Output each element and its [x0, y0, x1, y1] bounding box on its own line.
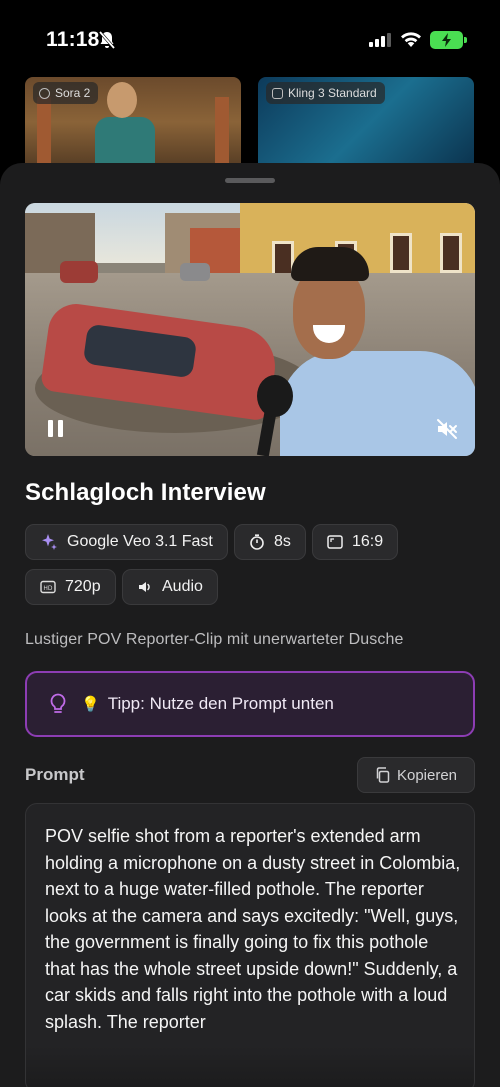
video-scene [180, 263, 210, 281]
detail-sheet: Schlagloch Interview Google Veo 3.1 Fast… [0, 163, 500, 1087]
chip-audio: Audio [122, 569, 218, 605]
background-card-sora[interactable]: Sora 2 [25, 77, 241, 177]
model-tag-label: Sora 2 [55, 86, 91, 100]
chip-label: 16:9 [352, 533, 384, 550]
timer-icon [250, 534, 264, 550]
copy-icon [376, 767, 390, 783]
chip-label: Google Veo 3.1 Fast [67, 533, 213, 550]
tip-banner: 💡 Tipp: Nutze den Prompt unten [25, 671, 475, 737]
chip-model: Google Veo 3.1 Fast [25, 524, 228, 560]
prompt-label: Prompt [25, 765, 85, 784]
video-description: Lustiger POV Reporter-Clip mit unerwarte… [25, 631, 404, 648]
sheet-drag-handle[interactable] [225, 178, 275, 183]
model-logo-icon [272, 87, 283, 99]
video-scene [257, 375, 293, 417]
status-bar: 11:18 [0, 0, 500, 78]
silent-bell-icon [98, 31, 116, 49]
video-player[interactable] [25, 203, 475, 456]
pause-button[interactable] [45, 418, 67, 440]
copy-button[interactable]: Kopieren [357, 757, 475, 793]
video-scene [291, 247, 369, 281]
chip-label: Audio [162, 578, 203, 595]
model-tag-label: Kling 3 Standard [288, 86, 377, 100]
prompt-text: POV selfie shot from a reporter's extend… [45, 826, 461, 1032]
wifi-icon [401, 32, 421, 47]
chip-label: 720p [65, 578, 101, 595]
model-tag: Sora 2 [33, 82, 99, 104]
lightbulb-outline-icon [50, 693, 66, 713]
svg-text:HD: HD [43, 585, 53, 592]
prompt-box[interactable]: POV selfie shot from a reporter's extend… [25, 803, 475, 1087]
battery-charging-icon [430, 31, 467, 49]
chip-label: 8s [274, 533, 291, 550]
copy-button-label: Kopieren [396, 766, 458, 784]
model-tag: Kling 3 Standard [266, 82, 385, 104]
tip-text: Tipp: Nutze den Prompt unten [107, 694, 334, 713]
status-time: 11:18 [46, 28, 100, 51]
video-scene [60, 261, 98, 283]
cellular-signal-icon [369, 33, 391, 47]
chip-duration: 8s [234, 524, 306, 560]
resolution-icon: HD [40, 580, 56, 594]
chip-resolution: HD 720p [25, 569, 116, 605]
aspect-ratio-icon [327, 535, 343, 549]
video-title: Schlagloch Interview [25, 479, 266, 506]
prompt-fade [26, 1046, 474, 1087]
chip-aspect-ratio: 16:9 [312, 524, 399, 560]
scene-figure-head [107, 82, 137, 118]
background-card-kling[interactable]: Kling 3 Standard [258, 77, 474, 177]
speaker-icon [139, 582, 150, 592]
model-logo-icon [39, 87, 50, 99]
muted-speaker-icon[interactable] [435, 417, 459, 441]
sparkle-icon [42, 534, 57, 550]
lightbulb-icon: 💡 [81, 696, 100, 713]
